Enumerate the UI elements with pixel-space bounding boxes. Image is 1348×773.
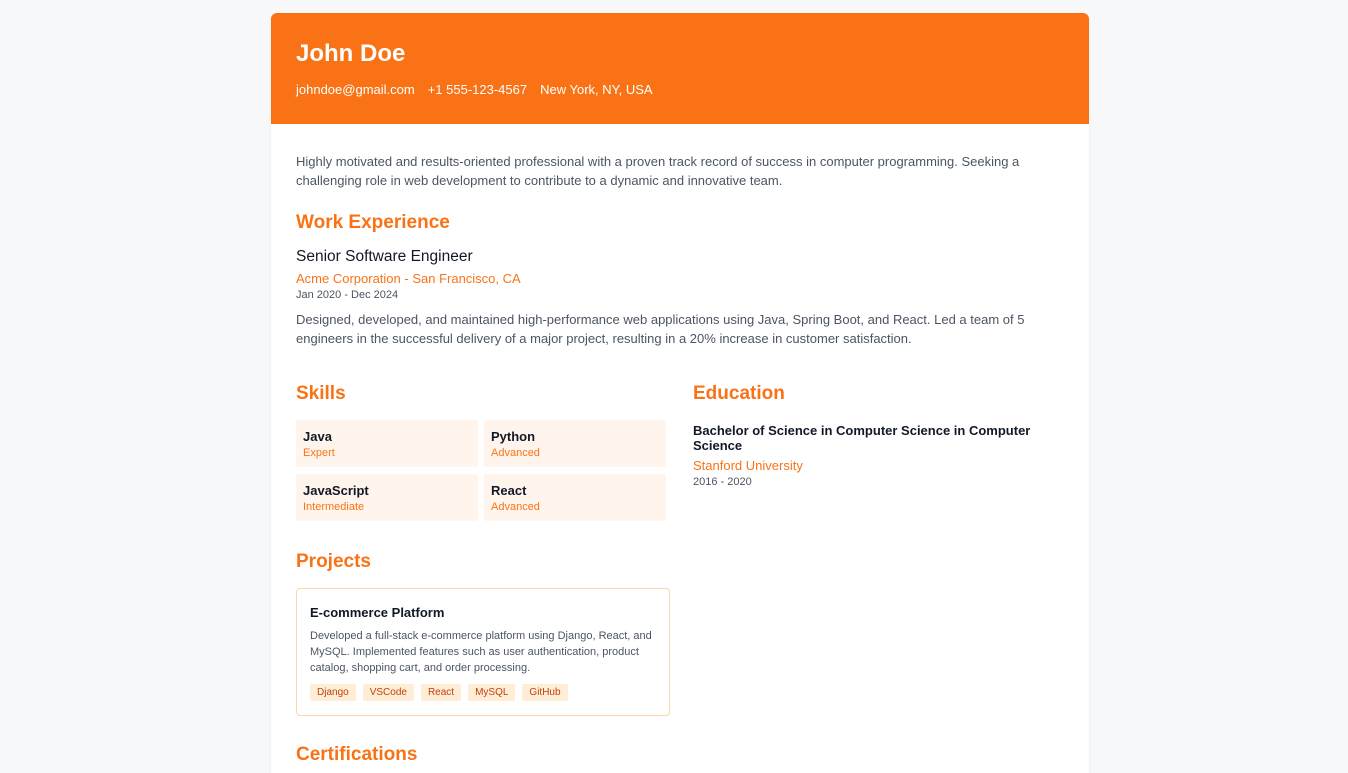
skill-level: Advanced	[491, 501, 540, 513]
skill-card: React Advanced	[484, 474, 666, 521]
resume-body: Highly motivated and results-oriented pr…	[271, 152, 1089, 348]
skill-card: Java Expert	[296, 420, 478, 467]
skill-card: Python Advanced	[484, 420, 666, 467]
contact-phone: +1 555-123-4567	[427, 82, 528, 97]
project-card: E-commerce Platform Developed a full-sta…	[296, 588, 670, 716]
project-tag: React	[420, 684, 462, 701]
project-tag: Django	[310, 684, 356, 701]
education-school: Stanford University	[693, 458, 803, 473]
project-tag: VSCode	[362, 684, 414, 701]
project-tag: GitHub	[522, 684, 568, 701]
skill-level: Advanced	[491, 447, 540, 459]
skill-card: JavaScript Intermediate	[296, 474, 478, 521]
work-experience-section: Work Experience Senior Software Engineer…	[296, 212, 1064, 348]
right-column: Education Bachelor of Science in Compute…	[693, 383, 1068, 488]
skills-grid: Java Expert Python Advanced JavaScript I…	[296, 420, 671, 521]
contact-info: johndoe@gmail.com +1 555-123-4567 New Yo…	[296, 82, 1064, 97]
education-title: Education	[693, 383, 785, 404]
work-experience-title: Work Experience	[296, 212, 450, 233]
certifications-title: Certifications	[296, 744, 418, 765]
summary-text: Highly motivated and results-oriented pr…	[296, 154, 1020, 188]
project-name: E-commerce Platform	[310, 605, 445, 620]
skills-section: Skills Java Expert Python Advanced JavaS…	[296, 383, 671, 521]
skill-level: Intermediate	[303, 501, 365, 513]
skill-name: Python	[491, 429, 536, 444]
skills-title: Skills	[296, 383, 346, 404]
projects-section: Projects E-commerce Platform Developed a…	[296, 551, 671, 716]
education-years: 2016 - 2020	[693, 476, 752, 488]
project-tags: Django VSCode React MySQL GitHub	[310, 684, 656, 701]
skill-name: Java	[303, 429, 332, 444]
work-company: Acme Corporation - San Francisco, CA	[296, 271, 521, 286]
candidate-name: John Doe	[296, 40, 406, 67]
education-degree: Bachelor of Science in Computer Science …	[693, 423, 1031, 453]
project-description: Developed a full-stack e-commerce platfo…	[310, 630, 652, 674]
resume-header: John Doe johndoe@gmail.com +1 555-123-45…	[271, 13, 1089, 124]
resume-card: John Doe johndoe@gmail.com +1 555-123-45…	[271, 13, 1089, 773]
left-column: Skills Java Expert Python Advanced JavaS…	[296, 383, 671, 766]
education-section: Education Bachelor of Science in Compute…	[693, 383, 1068, 488]
skill-name: React	[491, 483, 527, 498]
skill-level: Expert	[303, 447, 335, 459]
work-role: Senior Software Engineer	[296, 248, 473, 265]
education-item: Bachelor of Science in Computer Science …	[693, 423, 1068, 488]
contact-email: johndoe@gmail.com	[296, 82, 415, 97]
contact-location: New York, NY, USA	[540, 82, 653, 97]
work-item: Senior Software Engineer Acme Corporatio…	[296, 248, 1064, 348]
work-dates: Jan 2020 - Dec 2024	[296, 289, 399, 301]
work-description: Designed, developed, and maintained high…	[296, 312, 1025, 346]
project-tag: MySQL	[468, 684, 516, 701]
certifications-section: Certifications	[296, 744, 671, 766]
skill-name: JavaScript	[303, 483, 369, 498]
projects-title: Projects	[296, 551, 371, 572]
